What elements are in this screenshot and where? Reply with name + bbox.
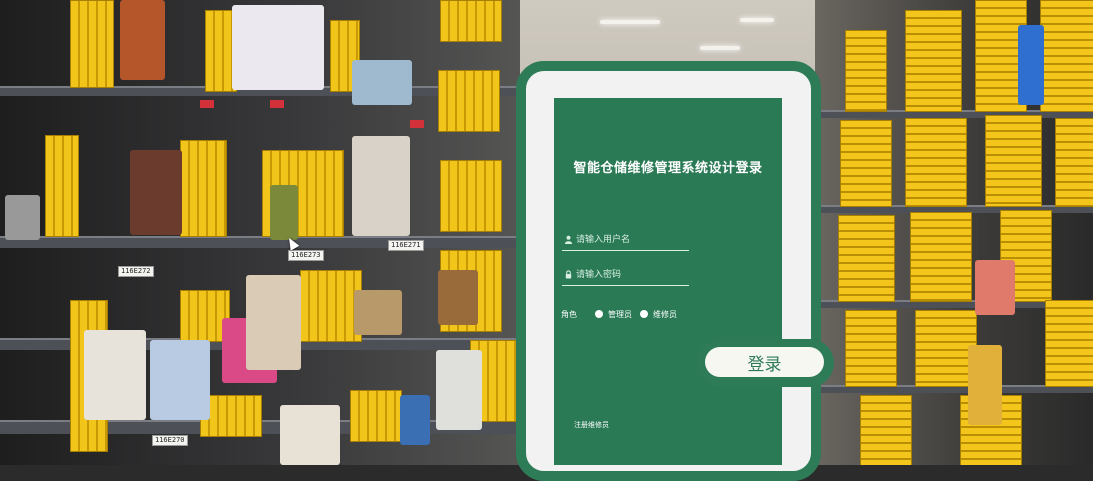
role-selector: 角色 管理员 维修员: [561, 308, 685, 320]
storage-bin: [1045, 300, 1093, 387]
storage-bin: [300, 270, 362, 342]
bottle: [1018, 25, 1044, 105]
product-box: [968, 345, 1002, 425]
username-input[interactable]: [576, 232, 686, 248]
storage-bin: [838, 215, 895, 302]
radio-icon[interactable]: [640, 310, 648, 318]
shelf-board: [0, 236, 520, 248]
storage-bin: [840, 120, 892, 207]
role-label: 角色: [561, 309, 577, 319]
storage-bin: [845, 310, 897, 387]
shelf-tag: 116E272: [118, 266, 154, 277]
shelf-tag: 116E270: [152, 435, 188, 446]
bottle: [436, 350, 482, 430]
product-box: [400, 395, 430, 445]
ceiling-light: [740, 18, 774, 22]
radio-icon[interactable]: [595, 310, 603, 318]
role-option-label: 维修员: [653, 309, 677, 319]
ceiling-light: [600, 20, 660, 24]
storage-bin: [350, 390, 402, 442]
storage-bin: [845, 30, 887, 112]
password-input[interactable]: [576, 267, 686, 283]
role-option-label: 管理员: [608, 309, 632, 319]
storage-bin: [905, 10, 962, 112]
storage-bin: [180, 140, 227, 237]
storage-bin: [985, 115, 1042, 207]
user-icon: [564, 235, 573, 244]
storage-bin: [1040, 0, 1093, 112]
product-box: [352, 136, 410, 236]
product-bag: [438, 270, 478, 325]
storage-bin: [910, 212, 972, 302]
shelf-tag: 116E271: [388, 240, 424, 251]
product-bag: [130, 150, 182, 235]
ceiling-light: [700, 46, 740, 50]
product-bag: [5, 195, 40, 240]
storage-bin: [440, 0, 502, 42]
storage-bin: [70, 0, 114, 88]
storage-bin: [860, 395, 912, 465]
register-repairer-link[interactable]: 注册维修员: [574, 420, 609, 430]
login-title: 智能仓储维修管理系统设计登录: [573, 161, 763, 176]
price-tag: [200, 100, 214, 108]
password-field[interactable]: [562, 265, 689, 286]
product-box: [280, 405, 340, 465]
product-box: [120, 0, 165, 80]
bottle: [270, 185, 298, 240]
jar: [84, 330, 146, 420]
storage-bin: [1055, 118, 1093, 207]
role-option-repairer[interactable]: 维修员: [640, 309, 677, 320]
login-button-frame: 登录: [697, 339, 834, 387]
role-option-admin[interactable]: 管理员: [595, 309, 632, 320]
product-bag: [352, 60, 412, 105]
paper-towel-pack: [232, 5, 324, 90]
product-box: [975, 260, 1015, 315]
price-tag: [410, 120, 424, 128]
storage-bin: [440, 160, 502, 232]
username-field[interactable]: [562, 230, 689, 251]
product-box: [150, 340, 210, 420]
shelf-tag: 116E273: [288, 250, 324, 261]
lock-icon: [565, 270, 572, 279]
price-tag: [270, 100, 284, 108]
login-button[interactable]: 登录: [705, 347, 824, 377]
product-box: [354, 290, 402, 335]
product-box: [246, 275, 301, 370]
storage-bin: [905, 118, 967, 207]
storage-bin: [45, 135, 79, 237]
storage-bin: [438, 70, 500, 132]
